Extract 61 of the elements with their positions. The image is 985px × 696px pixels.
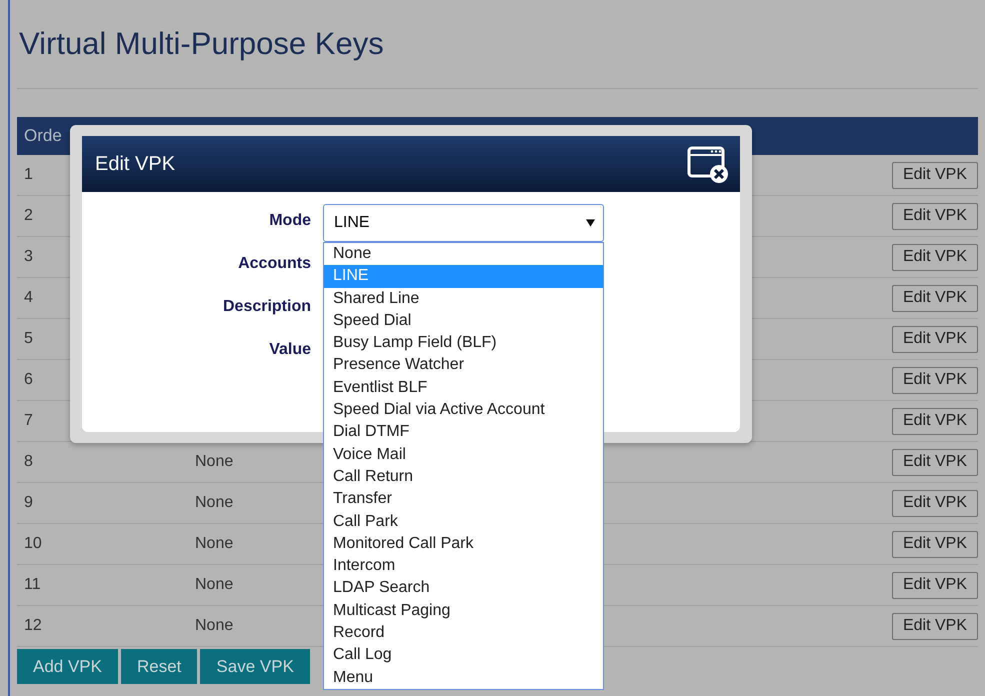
dropdown-option[interactable]: Eventlist BLF [324,376,603,400]
edit-button[interactable]: Edit VPK [892,326,978,352]
dropdown-option[interactable]: Call Return [324,466,603,488]
dropdown-arrow-icon [586,219,595,227]
field-label: Accounts [238,254,311,274]
table-cell: 7 [24,412,33,430]
dropdown-option[interactable]: Presence Watcher [324,354,603,377]
edit-button[interactable]: Edit VPK [892,572,978,598]
dropdown-option[interactable]: Speed Dial via Active Account [324,399,603,422]
dropdown-option[interactable]: Record [324,622,603,644]
dropdown-option[interactable]: Call Park [324,510,603,533]
table-cell: 3 [24,248,33,266]
table-cell: 11 [24,576,41,594]
table-cell: None [195,535,234,553]
edit-button[interactable]: Edit VPK [892,490,978,516]
action-button[interactable]: Reset [121,649,198,684]
action-button[interactable]: Add VPK [17,649,118,684]
field-label: Description [222,297,311,317]
table-cell: None [195,617,234,635]
dropdown-option[interactable]: Intercom [324,555,603,578]
table-cell: 8 [24,453,33,471]
action-button[interactable]: Save VPK [200,649,310,684]
table-cell: 12 [24,617,42,635]
dropdown-option[interactable]: LDAP Search [324,577,603,600]
edit-button[interactable]: Edit VPK [892,530,978,558]
edit-button[interactable]: Edit VPK [892,408,978,434]
edit-button[interactable]: Edit VPK [892,448,978,476]
edit-button[interactable]: Edit VPK [892,244,978,270]
edit-button[interactable]: Edit VPK [892,612,978,640]
page-title: Virtual Multi-Purpose Keys [18,25,385,62]
close-icon[interactable] [686,144,730,184]
dropdown-option[interactable]: Transfer [324,488,603,511]
dropdown-option[interactable]: Multicast Paging [324,600,603,622]
dropdown-option[interactable]: Speed Dial [324,310,603,332]
mode-dropdown[interactable]: LINE [323,204,604,242]
dropdown-option[interactable]: Monitored Call Park [324,532,603,556]
dropdown-option[interactable]: Shared Line [324,288,603,310]
field-label: Mode [269,211,311,231]
edit-button[interactable]: Edit VPK [892,284,978,312]
dropdown-option[interactable]: Menu [324,666,603,689]
dropdown-option[interactable]: Dial DTMF [324,421,603,444]
table-cell: 6 [24,371,33,389]
edit-button[interactable]: Edit VPK [892,202,978,230]
field-label: Value [269,340,311,360]
dropdown-option[interactable]: Call Log [324,644,603,667]
table-cell: 5 [24,330,33,348]
dialog-title: Edit VPK [95,152,176,176]
table-cell: 2 [24,207,33,225]
edit-button[interactable]: Edit VPK [892,162,978,188]
table-cell: 10 [24,535,42,553]
table-cell: None [195,576,234,594]
table-cell: 9 [24,494,33,512]
column-header: Orde [24,126,62,146]
edit-button[interactable]: Edit VPK [892,366,978,394]
table-cell: 4 [24,289,33,307]
table-cell: 1 [24,166,33,184]
dropdown-option[interactable]: Voice Mail [324,444,603,466]
table-cell: None [195,494,234,512]
table-cell: None [195,453,234,471]
dropdown-option[interactable]: None [324,243,603,266]
dropdown-option[interactable]: Busy Lamp Field (BLF) [324,332,603,354]
